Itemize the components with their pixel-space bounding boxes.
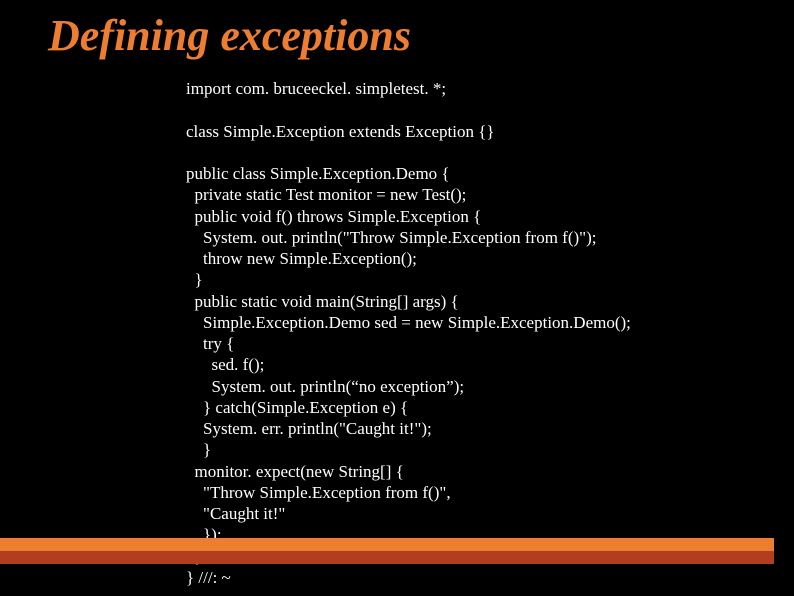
- footer-bar-top: [0, 538, 774, 551]
- page-title: Defining exceptions: [48, 10, 411, 61]
- footer-accent-bars: [0, 538, 794, 568]
- footer-bar-bottom: [0, 551, 774, 564]
- code-block: import com. bruceeckel. simpletest. *; c…: [186, 78, 764, 588]
- slide: Defining exceptions import com. bruceeck…: [0, 0, 794, 596]
